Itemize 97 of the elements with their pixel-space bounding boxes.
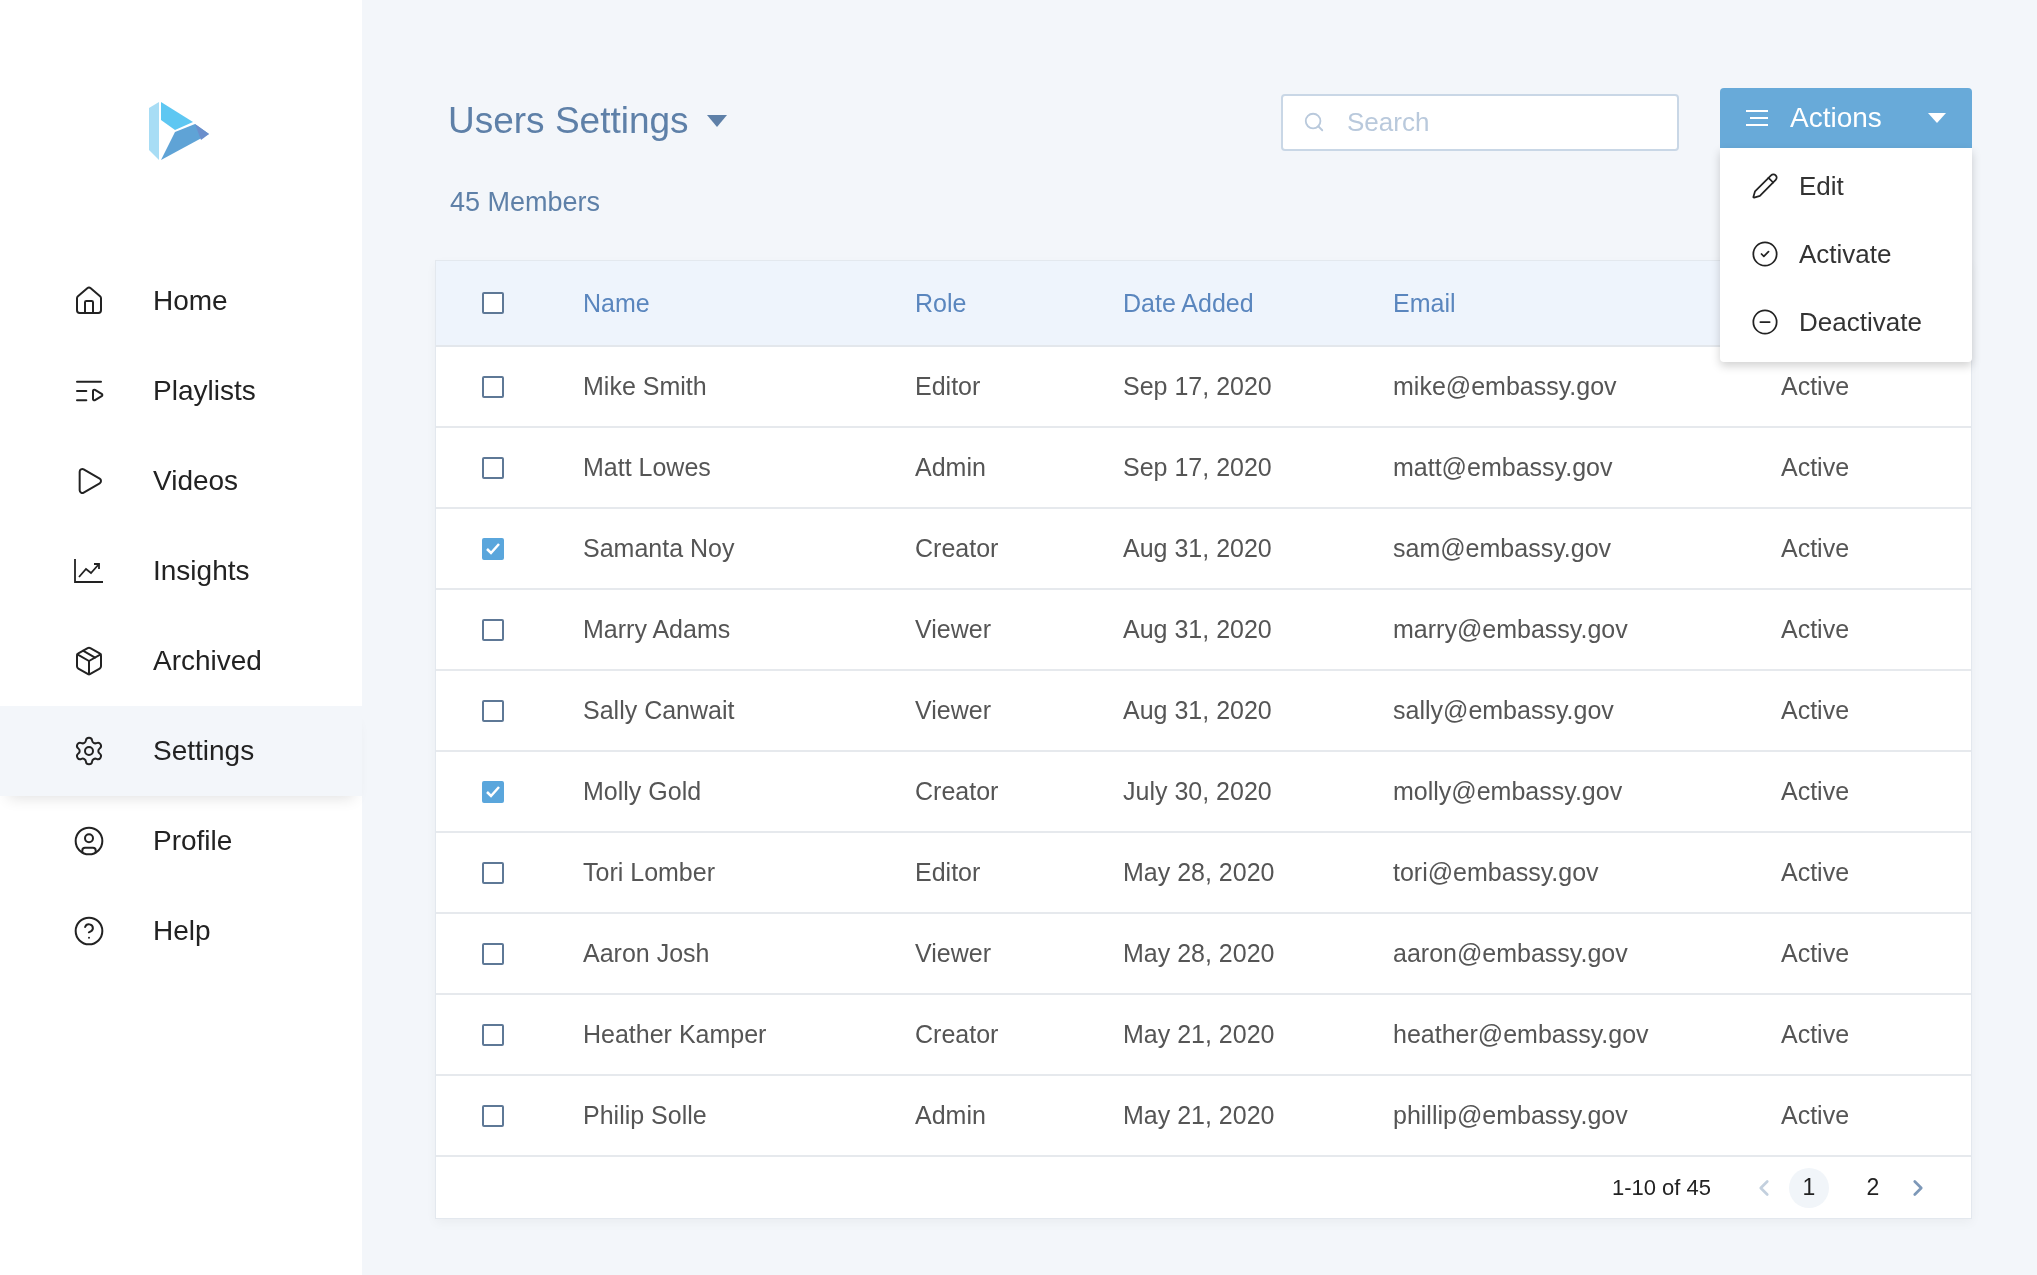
table-cell-text: Editor <box>915 858 982 887</box>
table-cell-text: May 28, 2020 <box>1123 858 1276 887</box>
table-cell-text: Philip Solle <box>583 1101 708 1130</box>
table-cell-text: sam@embassy.gov <box>1393 534 1613 563</box>
table-cell-text: sally@embassy.gov <box>1393 696 1615 725</box>
table-cell-text: Aug 31, 2020 <box>1123 534 1273 563</box>
table-cell-text: phillip@embassy.gov <box>1393 1101 1629 1130</box>
table-cell-text: Creator <box>915 1020 1000 1049</box>
checkbox[interactable] <box>482 780 504 803</box>
table-cell-text: Creator <box>915 777 1000 806</box>
nav-item[interactable]: Settings <box>0 706 362 796</box>
nav-item[interactable]: Insights <box>0 526 362 616</box>
checkbox[interactable] <box>482 1104 504 1127</box>
table-cell-text: Matt Lowes <box>583 453 712 482</box>
check-icon <box>486 542 500 555</box>
search-icon <box>1303 111 1325 133</box>
table-cell-text: Sally Canwait <box>583 696 736 725</box>
checkbox[interactable] <box>482 375 504 398</box>
nav-icon <box>73 645 105 677</box>
column-header: Date Added <box>1123 288 1255 318</box>
pencil-icon <box>1751 172 1779 200</box>
checkbox[interactable] <box>482 1023 504 1046</box>
table-cell-text: Tori Lomber <box>583 858 716 887</box>
page-button[interactable]: 2 <box>1853 1167 1893 1208</box>
table-cell-text: Sep 17, 2020 <box>1123 453 1273 482</box>
table-cell-text: Creator <box>915 534 1000 563</box>
table-cell-text: Active <box>1781 696 1851 725</box>
nav-item[interactable]: Playlists <box>0 346 362 436</box>
table-cell-text: Active <box>1781 372 1851 401</box>
table-cell-text: Active <box>1781 534 1851 563</box>
caret-icon <box>706 115 727 127</box>
table-cell-text: Viewer <box>915 939 992 968</box>
table-cell-text: July 30, 2020 <box>1123 777 1273 806</box>
nav-icon <box>73 825 105 857</box>
page-range: 1-10 of 45 <box>1611 1174 1711 1201</box>
table-cell-text: Sep 17, 2020 <box>1123 372 1273 401</box>
menu-item[interactable]: Edit <box>1720 152 1972 220</box>
table-cell-text: Active <box>1781 777 1851 806</box>
table-cell-text: Active <box>1781 939 1851 968</box>
table-cell-text: May 28, 2020 <box>1123 939 1276 968</box>
caret-icon <box>1928 113 1946 123</box>
nav-item[interactable]: Archived <box>0 616 362 706</box>
table-cell-text: matt@embassy.gov <box>1393 453 1614 482</box>
check-icon <box>486 785 500 798</box>
table-cell-text: Marry Adams <box>583 615 732 644</box>
table-cell-text: May 21, 2020 <box>1123 1020 1276 1049</box>
check-circle-icon <box>1751 240 1779 268</box>
table-cell-text: aaron@embassy.gov <box>1393 939 1629 968</box>
table-cell-text: heather@embassy.gov <box>1393 1020 1650 1049</box>
minus-circle-icon <box>1751 308 1779 336</box>
table-cell-text: Viewer <box>915 615 992 644</box>
table-cell-text: mike@embassy.gov <box>1393 372 1618 401</box>
table-cell-text: Samanta Noy <box>583 534 736 563</box>
menu-item[interactable]: Deactivate <box>1720 288 1972 356</box>
search-field[interactable]: Search <box>1281 94 1679 151</box>
member-count: 45 Members <box>450 187 601 218</box>
nav-item[interactable]: Videos <box>0 436 362 526</box>
nav-icon <box>73 735 105 767</box>
table-cell-text: Molly Gold <box>583 777 703 806</box>
table-cell-text: Active <box>1781 1101 1851 1130</box>
nav-item[interactable]: Profile <box>0 796 362 886</box>
menu-icon <box>1746 110 1768 126</box>
nav-icon <box>73 915 105 947</box>
chart-icon <box>74 558 104 584</box>
table-cell-text: Viewer <box>915 696 992 725</box>
table-cell-text: Heather Kamper <box>583 1020 768 1049</box>
nav-icon <box>73 285 105 317</box>
column-header: Email <box>1393 288 1457 318</box>
table-cell-text: Aaron Josh <box>583 939 711 968</box>
table-cell-text: Active <box>1781 1020 1851 1049</box>
checkbox[interactable] <box>482 699 504 722</box>
column-header: Role <box>915 288 968 318</box>
table-cell-text: Editor <box>915 372 982 401</box>
table-cell-text: marry@embassy.gov <box>1393 615 1629 644</box>
table-cell-text: Admin <box>915 453 987 482</box>
checkbox[interactable] <box>482 618 504 641</box>
table-cell-text: tori@embassy.gov <box>1393 858 1600 887</box>
checkbox[interactable] <box>482 861 504 884</box>
nav-item[interactable]: Help <box>0 886 362 976</box>
nav-item[interactable]: Home <box>0 256 362 346</box>
table-cell-text: Aug 31, 2020 <box>1123 696 1273 725</box>
checkbox[interactable] <box>482 292 504 314</box>
table-cell-text: May 21, 2020 <box>1123 1101 1276 1130</box>
checkbox[interactable] <box>482 942 504 965</box>
table-cell-text: Active <box>1781 858 1851 887</box>
menu-item[interactable]: Activate <box>1720 220 1972 288</box>
table-cell-text: molly@embassy.gov <box>1393 777 1624 806</box>
table-cell-text: Admin <box>915 1101 987 1130</box>
table-cell-text: Active <box>1781 453 1851 482</box>
table-cell-text: Mike Smith <box>583 372 708 401</box>
checkbox[interactable] <box>482 537 504 560</box>
page-button[interactable]: 1 <box>1789 1167 1829 1208</box>
table-cell-text: Aug 31, 2020 <box>1123 615 1273 644</box>
table-cell-text: Active <box>1781 615 1851 644</box>
checkbox[interactable] <box>482 456 504 479</box>
column-header: Name <box>583 288 651 318</box>
title-dropdown[interactable]: Users Settings <box>435 88 727 142</box>
